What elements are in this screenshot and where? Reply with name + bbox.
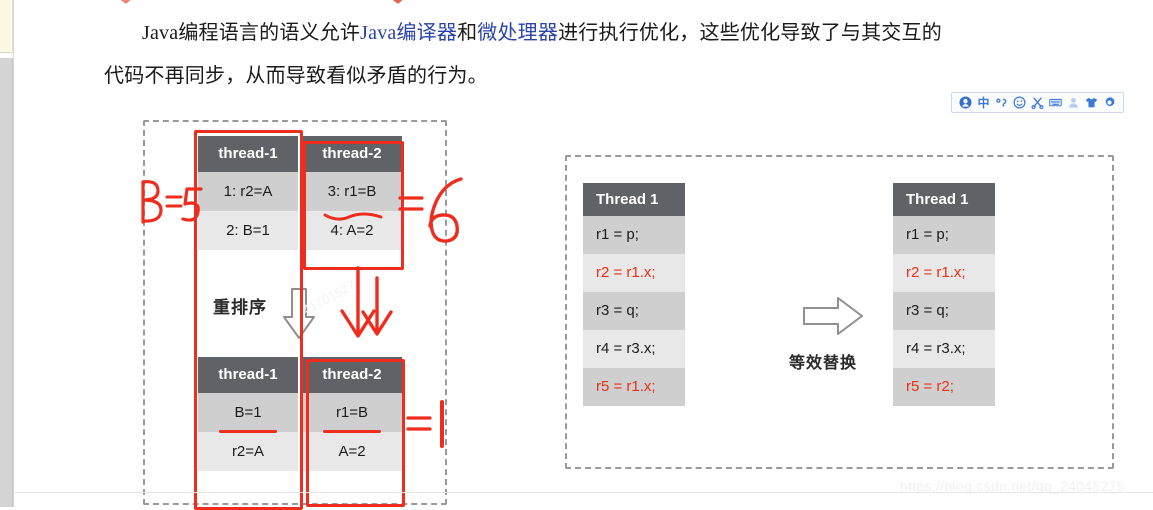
content-left-divider	[13, 0, 14, 507]
table-row: r5 = r2;	[893, 368, 995, 406]
link-java-compiler[interactable]: Java编译器	[360, 22, 457, 44]
para-line-2: 代码不再同步，从而导致看似矛盾的行为。	[104, 65, 488, 87]
reorder-label: 重排序	[213, 298, 267, 318]
table-row: r1 = p;	[583, 216, 685, 254]
table-row: r4 = r3.x;	[893, 330, 995, 368]
table-row: B=1	[198, 393, 298, 432]
table-header: thread-2	[302, 357, 402, 393]
table-before-thread2: thread-2 3: r1=B 4: A=2	[302, 136, 402, 250]
article-paragraph: Java编程语言的语义允许Java编译器和微处理器进行执行优化，这些优化导致了与…	[104, 12, 1104, 98]
settings-gear-icon[interactable]	[1103, 96, 1116, 109]
table-row: r3 = q;	[893, 292, 995, 330]
punctuation-mode-icon[interactable]	[995, 96, 1008, 109]
table-row: A=2	[302, 432, 402, 471]
page-canvas: Java编程语言的语义允许Java编译器和微处理器进行执行优化，这些优化导致了与…	[0, 0, 1153, 510]
soft-keyboard-icon[interactable]	[1049, 96, 1062, 109]
table-row: r1=B	[302, 393, 402, 432]
table-row: 2: B=1	[198, 211, 298, 250]
table-header: Thread 1	[583, 183, 685, 216]
user-account-icon[interactable]	[1067, 96, 1080, 109]
sidebar-cream-panel	[0, 0, 13, 53]
table-row: r2 = r1.x;	[893, 254, 995, 292]
table-row: r4 = r3.x;	[583, 330, 685, 368]
table-before-thread1: thread-1 1: r2=A 2: B=1	[198, 136, 298, 250]
scissors-clipboard-icon[interactable]	[1031, 96, 1044, 109]
table-result-thread1: Thread 1 r1 = p; r2 = r1.x; r3 = q; r4 =…	[893, 183, 995, 406]
table-after-thread2: thread-2 r1=B A=2	[302, 357, 402, 471]
table-header: Thread 1	[893, 183, 995, 216]
sidebar-gray-panel[interactable]	[0, 58, 13, 507]
skin-theme-icon[interactable]	[1085, 96, 1098, 109]
chinese-mode-icon[interactable]: 中	[977, 96, 990, 109]
table-row: r1 = p;	[893, 216, 995, 254]
page-bottom-divider	[14, 492, 1153, 493]
para-text-a: Java编程语言的语义允许	[142, 22, 361, 44]
table-row: 3: r1=B	[302, 172, 402, 211]
sogou-logo-icon[interactable]	[959, 96, 972, 109]
table-header: thread-2	[302, 136, 402, 172]
para-text-b: 和	[457, 22, 478, 44]
ime-toolbar[interactable]: 中	[951, 92, 1124, 113]
emoji-icon[interactable]	[1013, 96, 1026, 109]
top-red-scribble-icon	[120, 0, 403, 4]
table-row: r2 = r1.x;	[583, 254, 685, 292]
table-header: thread-1	[198, 136, 298, 172]
link-microprocessor[interactable]: 微处理器	[477, 22, 558, 44]
table-header: thread-1	[198, 357, 298, 393]
equivalent-replace-label: 等效替换	[789, 353, 858, 372]
table-source-thread1: Thread 1 r1 = p; r2 = r1.x; r3 = q; r4 =…	[583, 183, 685, 406]
table-row: r3 = q;	[583, 292, 685, 330]
para-text-c: 进行执行优化，这些优化导致了与其交互的	[558, 22, 942, 44]
table-row: 1: r2=A	[198, 172, 298, 211]
table-after-thread1: thread-1 B=1 r2=A	[198, 357, 298, 471]
table-row: 4: A=2	[302, 211, 402, 250]
table-row: r2=A	[198, 432, 298, 471]
table-row: r5 = r1.x;	[583, 368, 685, 406]
